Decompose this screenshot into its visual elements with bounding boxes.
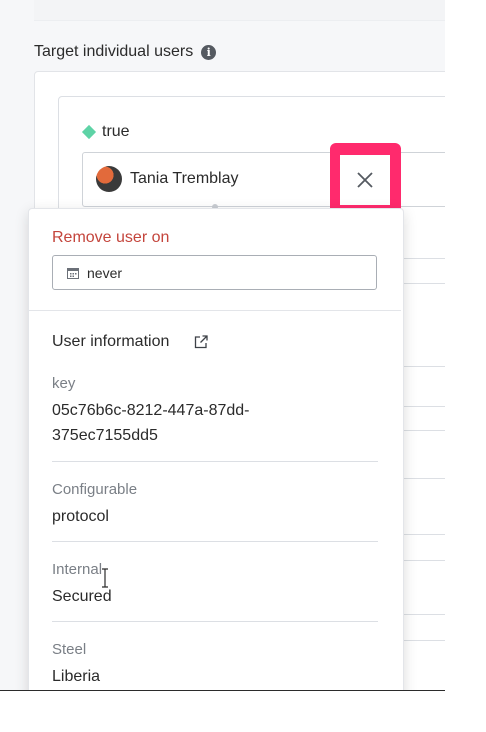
field-value-internal: Secured xyxy=(52,588,112,605)
user-chip-name: Tania Tremblay xyxy=(130,170,239,187)
info-icon[interactable]: i xyxy=(201,44,217,60)
field-label-steel: Steel xyxy=(52,641,87,658)
field-label-key: key xyxy=(52,375,76,392)
top-band xyxy=(34,0,445,21)
variation-label: true xyxy=(81,123,130,141)
remove-user-title: Remove user on xyxy=(52,229,170,246)
popover-divider xyxy=(29,310,401,311)
user-info-title: User information xyxy=(52,333,170,350)
section-title-text: Target individual users xyxy=(34,43,194,60)
user-info-header: User information xyxy=(52,333,209,351)
external-link-icon[interactable] xyxy=(193,334,209,350)
remove-user-button[interactable] xyxy=(340,155,390,205)
app-background: Target individual users i true Tania Tre… xyxy=(0,0,445,690)
field-divider xyxy=(52,621,378,622)
field-label-internal: Internal xyxy=(52,561,103,578)
section-title: Target individual users i xyxy=(34,43,217,61)
field-value-steel: Liberia xyxy=(52,668,101,685)
field-divider xyxy=(52,541,378,542)
close-icon xyxy=(357,172,373,188)
calendar-icon xyxy=(67,267,79,279)
avatar xyxy=(96,166,122,192)
text-cursor-icon xyxy=(102,568,108,588)
field-value-key: 05c76b6c-8212-447a-87dd-375ec7155dd5 xyxy=(52,402,250,444)
remove-date-input[interactable]: never xyxy=(52,255,377,290)
field-label-configurable: Configurable xyxy=(52,481,138,498)
variation-diamond-icon xyxy=(81,124,97,140)
field-value-configurable: protocol xyxy=(52,508,109,525)
remove-date-value: never xyxy=(87,264,123,281)
variation-text: true xyxy=(102,123,130,140)
bottom-rule xyxy=(0,690,445,691)
field-divider xyxy=(52,461,378,462)
